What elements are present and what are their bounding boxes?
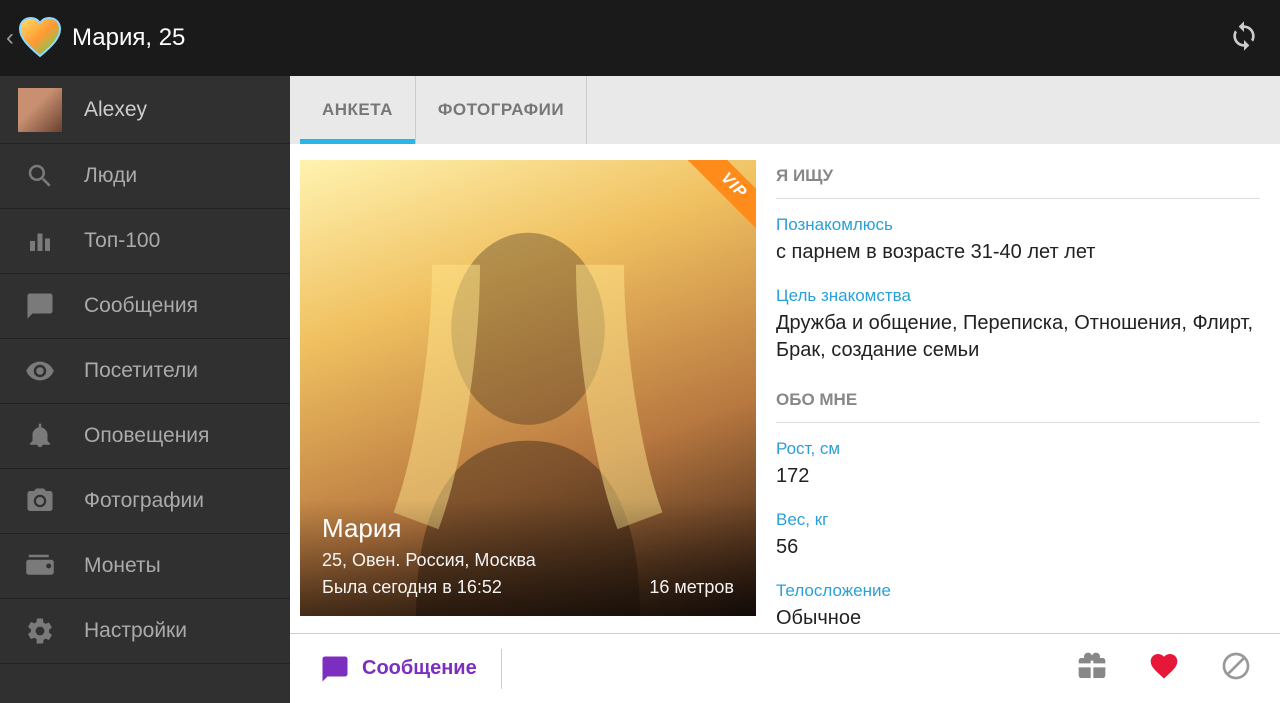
purpose-value: Дружба и общение, Переписка, Отношения, … xyxy=(776,310,1260,364)
divider xyxy=(501,649,502,689)
avatar xyxy=(18,88,62,132)
section-about-me: ОБО МНЕ xyxy=(776,384,1260,423)
meet-value: с парнем в возрасте 31-40 лет лет xyxy=(776,239,1260,266)
content: АНКЕТА ФОТОГРАФИИ VIP Мария 25, Овен. Ро… xyxy=(290,76,1280,703)
sidebar-item-notifications[interactable]: Оповещения xyxy=(0,404,290,469)
chat-bubble-icon xyxy=(320,654,350,684)
sidebar-item-label: Монеты xyxy=(84,554,161,578)
photo-meta: 25, Овен. Россия, Москва xyxy=(322,550,734,571)
sidebar-item-label: Сообщения xyxy=(84,294,198,318)
message-button[interactable]: Сообщение xyxy=(302,654,495,684)
info-panel: Я ИЩУ Познакомлюсь с парнем в возрасте 3… xyxy=(776,160,1280,633)
tabs: АНКЕТА ФОТОГРАФИИ xyxy=(290,76,1280,144)
sidebar-item-label: Настройки xyxy=(84,619,187,643)
tab-photos[interactable]: ФОТОГРАФИИ xyxy=(416,76,587,144)
sidebar-item-label: Оповещения xyxy=(84,424,209,448)
bottom-bar: Сообщение xyxy=(290,633,1280,703)
sidebar-item-label: Топ-100 xyxy=(84,229,160,253)
sidebar-item-label: Фотографии xyxy=(84,489,204,513)
app-logo-icon xyxy=(18,16,62,60)
search-icon xyxy=(18,161,62,191)
sidebar-user[interactable]: Alexey xyxy=(0,76,290,144)
sidebar-item-label: Люди xyxy=(84,164,137,188)
body-label: Телосложение xyxy=(776,581,1260,601)
gear-icon xyxy=(18,616,62,646)
sidebar-item-people[interactable]: Люди xyxy=(0,144,290,209)
body-value: Обычное xyxy=(776,605,1260,632)
sidebar-item-label: Посетители xyxy=(84,359,198,383)
sidebar: Alexey Люди Топ-100 Сообщения Посетители… xyxy=(0,76,290,703)
sidebar-item-messages[interactable]: Сообщения xyxy=(0,274,290,339)
sidebar-item-photos[interactable]: Фотографии xyxy=(0,469,290,534)
purpose-label: Цель знакомства xyxy=(776,286,1260,306)
bars-icon xyxy=(18,226,62,256)
sidebar-item-visitors[interactable]: Посетители xyxy=(0,339,290,404)
refresh-button[interactable] xyxy=(1228,20,1260,57)
profile-photo[interactable]: VIP Мария 25, Овен. Россия, Москва Была … xyxy=(300,160,756,616)
sidebar-item-top100[interactable]: Топ-100 xyxy=(0,209,290,274)
last-seen: Была сегодня в 16:52 xyxy=(322,577,502,598)
user-name: Alexey xyxy=(84,98,147,122)
photo-info: Мария 25, Овен. Россия, Москва Была сего… xyxy=(300,499,756,616)
vip-badge: VIP xyxy=(688,160,756,232)
message-label: Сообщение xyxy=(362,657,477,680)
megaphone-icon xyxy=(18,421,62,451)
gift-button[interactable] xyxy=(1076,650,1108,687)
back-icon[interactable]: ‹ xyxy=(6,24,14,52)
meet-label: Познакомлюсь xyxy=(776,215,1260,235)
photo-name: Мария xyxy=(322,513,734,544)
weight-label: Вес, кг xyxy=(776,510,1260,530)
camera-icon xyxy=(18,486,62,516)
wallet-icon xyxy=(18,551,62,581)
height-label: Рост, см xyxy=(776,439,1260,459)
eye-icon xyxy=(18,356,62,386)
chat-icon xyxy=(18,291,62,321)
tab-profile[interactable]: АНКЕТА xyxy=(300,76,416,144)
sidebar-item-settings[interactable]: Настройки xyxy=(0,599,290,664)
like-button[interactable] xyxy=(1148,650,1180,687)
page-title: Мария, 25 xyxy=(72,24,185,52)
distance: 16 метров xyxy=(649,577,734,598)
sidebar-item-coins[interactable]: Монеты xyxy=(0,534,290,599)
section-looking-for: Я ИЩУ xyxy=(776,160,1260,199)
weight-value: 56 xyxy=(776,534,1260,561)
block-button[interactable] xyxy=(1220,650,1252,687)
top-bar: ‹ Мария, 25 xyxy=(0,0,1280,76)
height-value: 172 xyxy=(776,463,1260,490)
